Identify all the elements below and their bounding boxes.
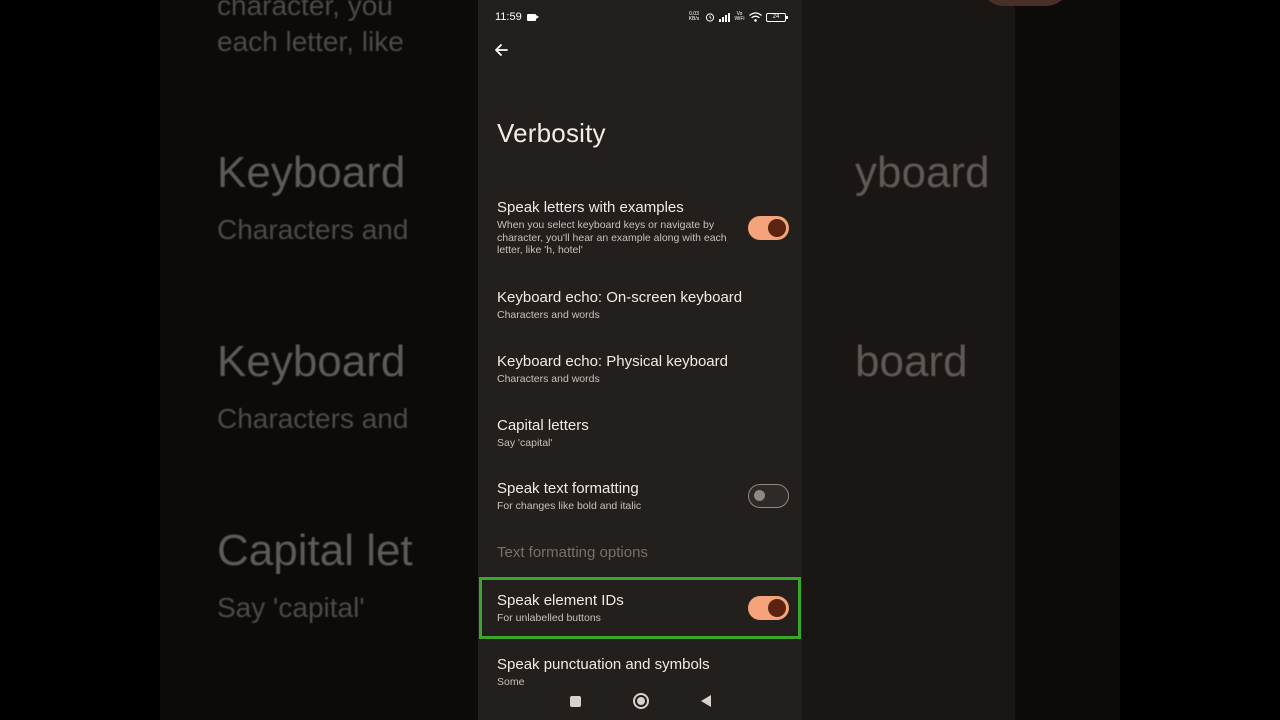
battery-icon: 24 — [766, 12, 788, 22]
blurred-left-panel: character, you each letter, like Keyboar… — [160, 0, 425, 720]
setting-speak-text-formatting[interactable]: Speak text formatting For changes like b… — [478, 480, 802, 513]
blur-text: Characters and — [217, 214, 409, 245]
status-bar: 11:59 0.03 KB/s Vo WiFi 24 — [495, 9, 788, 25]
setting-title: Keyboard echo: On-screen keyboard — [497, 289, 743, 306]
back-button[interactable] — [491, 40, 511, 60]
speak-element-ids-toggle[interactable] — [748, 596, 789, 620]
setting-subtitle: When you select keyboard keys or navigat… — [497, 219, 727, 256]
setting-speak-letters-examples[interactable]: Speak letters with examples When you sel… — [478, 199, 802, 257]
setting-title: Text formatting options — [497, 544, 648, 561]
setting-subtitle: Characters and words — [497, 309, 600, 321]
back-triangle-icon[interactable] — [700, 695, 711, 707]
setting-title: Keyboard echo: Physical keyboard — [497, 353, 728, 370]
blur-text: yboard — [855, 148, 990, 197]
phone-screen: 11:59 0.03 KB/s Vo WiFi 24 Verbosity Spe… — [478, 0, 802, 720]
setting-speak-element-ids[interactable]: Speak element IDs For unlabelled buttons — [478, 592, 802, 625]
setting-title: Speak letters with examples — [497, 199, 684, 216]
setting-title: Speak punctuation and symbols — [497, 656, 710, 673]
status-icons: 0.03 KB/s Vo WiFi 24 — [687, 11, 788, 22]
status-time: 11:59 — [495, 11, 522, 23]
blurred-right-panel: yboard board — [855, 0, 1120, 720]
toggle-knob — [768, 219, 786, 237]
toggle-knob — [768, 599, 786, 617]
blur-text: Keyboard — [217, 148, 406, 197]
blur-text: each letter, like — [217, 26, 404, 57]
blur-text: Keyboard — [217, 337, 406, 386]
setting-title: Capital letters — [497, 417, 589, 434]
navigation-bar — [478, 682, 802, 720]
toggle-knob — [754, 490, 765, 501]
wifi-icon — [749, 12, 762, 22]
home-icon[interactable] — [632, 693, 649, 709]
speak-letters-toggle[interactable] — [748, 216, 789, 240]
blur-text: Characters and — [217, 403, 409, 434]
net-speed: 0.03 KB/s — [688, 11, 700, 22]
recents-icon[interactable] — [569, 695, 581, 707]
alarm-icon — [705, 13, 715, 22]
screen-record-icon — [526, 13, 539, 21]
setting-subtitle: Say 'capital' — [497, 437, 553, 449]
blur-text: character, you — [217, 0, 393, 21]
vowifi-label: Vo WiFi — [734, 11, 745, 22]
blur-text: Say 'capital' — [217, 592, 365, 623]
blur-text: board — [855, 337, 968, 386]
setting-keyboard-echo-onscreen[interactable]: Keyboard echo: On-screen keyboard Charac… — [478, 289, 802, 322]
setting-capital-letters[interactable]: Capital letters Say 'capital' — [478, 417, 802, 450]
setting-text-formatting-options: Text formatting options — [478, 544, 802, 562]
blur-text: Capital let — [217, 526, 413, 575]
arrow-back-icon — [495, 44, 508, 56]
page-title: Verbosity — [497, 118, 606, 148]
signal-icon — [719, 12, 730, 22]
setting-keyboard-echo-physical[interactable]: Keyboard echo: Physical keyboard Charact… — [478, 353, 802, 386]
setting-subtitle: Characters and words — [497, 373, 600, 385]
speak-text-formatting-toggle[interactable] — [748, 484, 789, 508]
